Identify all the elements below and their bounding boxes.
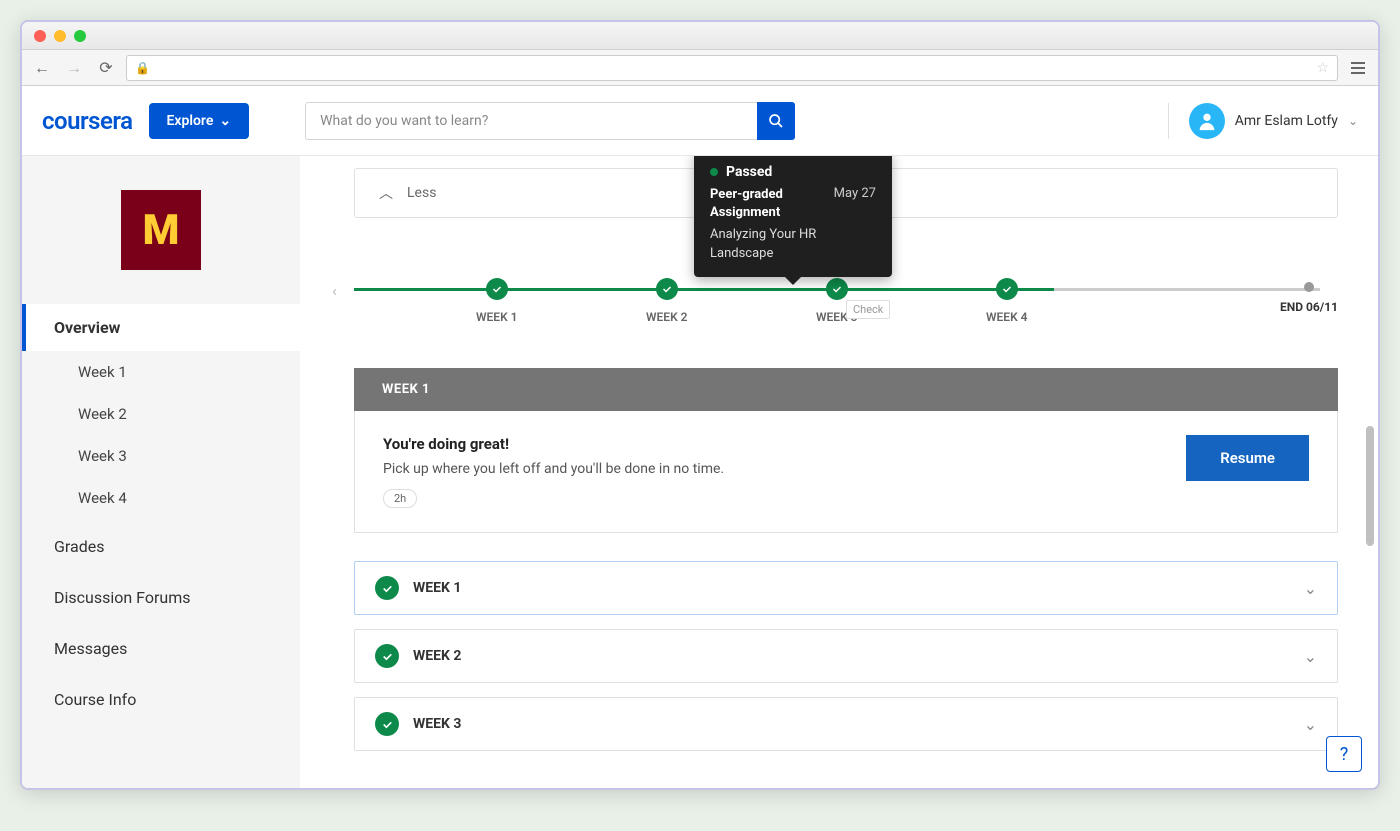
check-icon xyxy=(375,712,399,736)
tooltip-status-row: Passed xyxy=(710,164,876,180)
user-icon xyxy=(1196,110,1218,132)
less-label: Less xyxy=(407,185,436,201)
resume-box: You're doing great! Pick up where you le… xyxy=(354,411,1338,533)
sidebar-item-course-info[interactable]: Course Info xyxy=(22,672,300,723)
week-row-label: WEEK 1 xyxy=(413,580,461,596)
chevron-down-icon: ⌄ xyxy=(219,113,231,129)
check-icon xyxy=(996,278,1018,300)
course-logo[interactable]: M xyxy=(121,190,201,270)
scrollbar[interactable] xyxy=(1366,226,1376,788)
timeline-end: END 06/11 xyxy=(1280,282,1338,314)
check-icon xyxy=(486,278,508,300)
browser-window: ← → ⟳ 🔒 ☆ coursera Explore ⌄ xyxy=(20,20,1380,790)
timeline-label: WEEK 2 xyxy=(646,310,688,324)
week-header: WEEK 1 xyxy=(354,368,1338,411)
explore-button[interactable]: Explore ⌄ xyxy=(149,103,250,139)
timeline-fill xyxy=(354,288,1054,291)
tooltip-type: Peer-graded Assignment xyxy=(710,186,824,222)
timeline-point-week1[interactable]: WEEK 1 xyxy=(476,278,518,324)
sidebar-item-overview[interactable]: Overview xyxy=(22,304,300,351)
progress-timeline: ‹ WEEK 1 WEEK 2 WEEK 3 Chec xyxy=(336,278,1338,338)
sidebar-item-week4[interactable]: Week 4 xyxy=(22,477,300,519)
tooltip-date: May 27 xyxy=(834,186,876,222)
scrollbar-thumb[interactable] xyxy=(1366,426,1374,546)
week-row-3[interactable]: WEEK 3 ⌄ xyxy=(354,697,1338,751)
sidebar-item-grades[interactable]: Grades xyxy=(22,519,300,570)
explore-label: Explore xyxy=(167,113,214,129)
address-bar[interactable]: 🔒 ☆ xyxy=(126,55,1338,81)
resume-text: You're doing great! Pick up where you le… xyxy=(383,435,1186,508)
week-row-label: WEEK 3 xyxy=(413,716,461,732)
timeline-label: WEEK 1 xyxy=(476,310,518,324)
sidebar: M Overview Week 1 Week 2 Week 3 Week 4 G… xyxy=(22,156,300,788)
resume-subtitle: Pick up where you left off and you'll be… xyxy=(383,461,1186,477)
user-menu[interactable]: Amr Eslam Lotfy ⌄ xyxy=(1168,103,1358,139)
week-row-1[interactable]: WEEK 1 ⌄ xyxy=(354,561,1338,615)
resume-title: You're doing great! xyxy=(383,435,1186,453)
titlebar xyxy=(22,22,1378,50)
search-icon xyxy=(768,113,784,129)
sidebar-item-week2[interactable]: Week 2 xyxy=(22,393,300,435)
search-input[interactable] xyxy=(305,102,757,140)
check-icon xyxy=(656,278,678,300)
timeline-label: WEEK 4 xyxy=(986,310,1028,324)
bookmark-icon[interactable]: ☆ xyxy=(1316,60,1329,76)
app-header: coursera Explore ⌄ Amr Eslam Lotfy ⌄ xyxy=(22,86,1378,156)
reload-button[interactable]: ⟳ xyxy=(94,56,118,80)
sidebar-item-forums[interactable]: Discussion Forums xyxy=(22,570,300,621)
sidebar-item-week1[interactable]: Week 1 xyxy=(22,351,300,393)
lock-icon: 🔒 xyxy=(135,61,150,75)
check-icon xyxy=(375,644,399,668)
minimize-window-button[interactable] xyxy=(54,30,66,42)
sidebar-item-week3[interactable]: Week 3 xyxy=(22,435,300,477)
browser-menu-button[interactable] xyxy=(1346,62,1370,74)
week-row-label: WEEK 2 xyxy=(413,648,461,664)
time-badge: 2h xyxy=(383,489,417,508)
week-row-2[interactable]: WEEK 2 ⌄ xyxy=(354,629,1338,683)
sidebar-item-messages[interactable]: Messages xyxy=(22,621,300,672)
traffic-lights xyxy=(34,30,86,42)
course-logo-letter: M xyxy=(143,206,180,255)
tooltip-type-row: Peer-graded Assignment May 27 xyxy=(710,186,876,222)
back-button[interactable]: ← xyxy=(30,56,54,80)
timeline-end-label: END 06/11 xyxy=(1280,300,1338,314)
content: ︿ Less Passed Peer-graded Assignment May… xyxy=(300,156,1378,788)
main: M Overview Week 1 Week 2 Week 3 Week 4 G… xyxy=(22,156,1378,788)
resume-button[interactable]: Resume xyxy=(1186,435,1309,481)
tooltip-caret-icon xyxy=(785,277,801,285)
search-button[interactable] xyxy=(757,102,795,140)
assignment-tooltip: Passed Peer-graded Assignment May 27 Ana… xyxy=(694,156,892,277)
help-button[interactable]: ? xyxy=(1326,736,1362,772)
app: coursera Explore ⌄ Amr Eslam Lotfy ⌄ xyxy=(22,86,1378,788)
check-icon xyxy=(826,278,848,300)
avatar xyxy=(1189,103,1225,139)
tooltip-title: Analyzing Your HR Landscape xyxy=(710,226,876,262)
chevron-up-icon: ︿ xyxy=(379,183,393,203)
check-overlay-label: Check xyxy=(846,300,890,319)
browser-toolbar: ← → ⟳ 🔒 ☆ xyxy=(22,50,1378,86)
check-icon xyxy=(375,576,399,600)
username-label: Amr Eslam Lotfy xyxy=(1235,113,1338,129)
chevron-down-icon: ⌄ xyxy=(1304,579,1317,598)
timeline-point-week4[interactable]: WEEK 4 xyxy=(986,278,1028,324)
chevron-left-icon[interactable]: ‹ xyxy=(332,281,337,300)
search-wrap xyxy=(305,102,795,140)
end-dot-icon xyxy=(1304,282,1314,292)
chevron-down-icon: ⌄ xyxy=(1304,715,1317,734)
tooltip-status: Passed xyxy=(726,164,772,180)
timeline-point-week2[interactable]: WEEK 2 xyxy=(646,278,688,324)
close-window-button[interactable] xyxy=(34,30,46,42)
forward-button[interactable]: → xyxy=(62,56,86,80)
coursera-logo[interactable]: coursera xyxy=(42,107,133,135)
chevron-down-icon: ⌄ xyxy=(1304,647,1317,666)
maximize-window-button[interactable] xyxy=(74,30,86,42)
chevron-down-icon: ⌄ xyxy=(1348,114,1358,128)
status-dot-icon xyxy=(710,168,718,176)
course-logo-wrap: M xyxy=(22,156,300,304)
